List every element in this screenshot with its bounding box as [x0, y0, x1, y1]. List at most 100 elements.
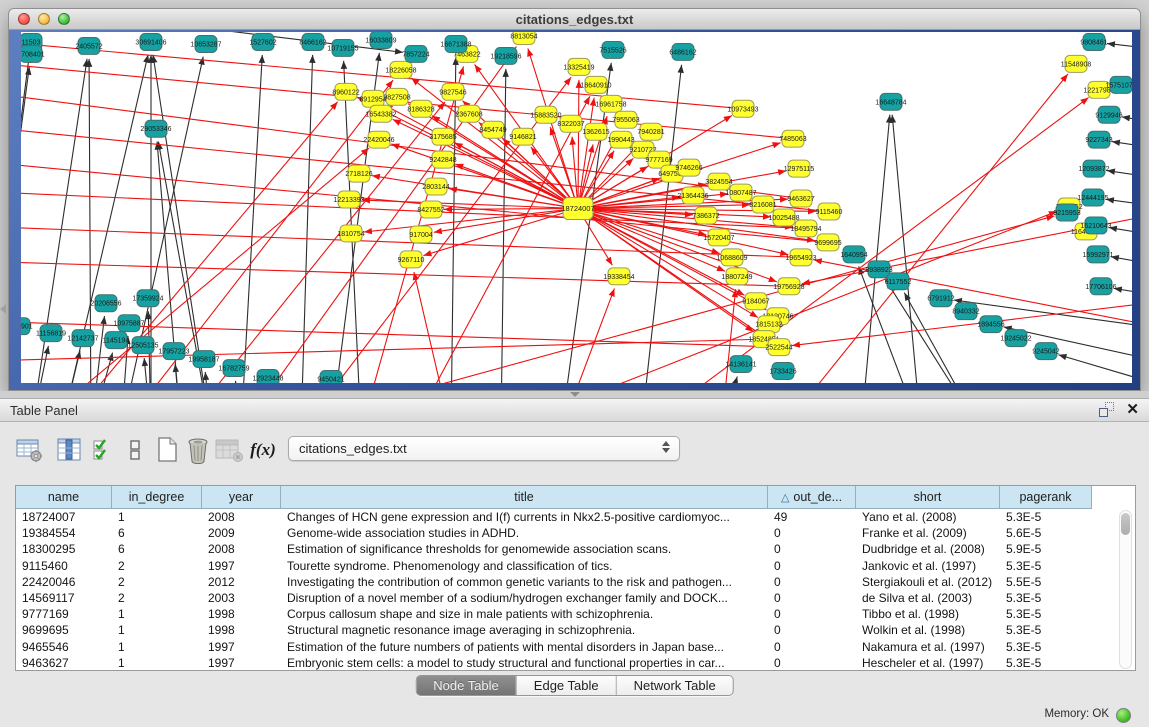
column-header-title[interactable]: title: [281, 486, 768, 509]
network-node[interactable]: 16210643: [1080, 217, 1111, 234]
network-node[interactable]: 12505135: [127, 337, 158, 354]
close-panel-icon[interactable]: ✕: [1126, 402, 1139, 417]
network-node[interactable]: 7515526: [599, 41, 626, 58]
network-node[interactable]: 17957223: [158, 343, 189, 360]
network-node[interactable]: 8466162: [299, 33, 326, 50]
network-node[interactable]: 2522544: [765, 339, 792, 356]
table-row[interactable]: 2242004622012Investigating the contribut…: [16, 574, 1135, 590]
network-node[interactable]: 1815132: [755, 316, 782, 333]
show-columns-icon[interactable]: [54, 435, 84, 465]
network-node[interactable]: 2367608: [455, 105, 482, 122]
network-node[interactable]: 18807249: [721, 268, 752, 285]
scrollbar-thumb[interactable]: [1121, 513, 1130, 535]
network-node[interactable]: 10688609: [716, 249, 747, 266]
table-vertical-scrollbar[interactable]: [1119, 510, 1132, 669]
network-node[interactable]: 9827508: [383, 88, 410, 105]
table-row[interactable]: 946554611997Estimation of the future num…: [16, 639, 1135, 655]
network-node[interactable]: 20206556: [90, 295, 121, 312]
network-node[interactable]: 8216081: [749, 196, 776, 213]
network-node[interactable]: 7940281: [637, 123, 664, 140]
delete-table-icon[interactable]: [183, 435, 213, 465]
close-window-button[interactable]: [18, 13, 30, 25]
network-node[interactable]: 8813054: [510, 32, 537, 44]
network-node[interactable]: 29053346: [140, 120, 171, 137]
network-node[interactable]: 8708401: [21, 45, 45, 62]
network-node[interactable]: 9245042: [1032, 343, 1059, 360]
network-node[interactable]: 6486162: [669, 43, 696, 60]
network-node[interactable]: 9184067: [742, 293, 769, 310]
network-node[interactable]: 8322037: [557, 115, 584, 132]
table-row[interactable]: 969969511998Structural magnetic resonanc…: [16, 622, 1135, 638]
network-node[interactable]: 12142737: [67, 330, 98, 347]
network-node[interactable]: 1894556: [977, 316, 1004, 333]
network-node[interactable]: 12975115: [784, 160, 815, 177]
function-builder-icon[interactable]: f(x): [248, 435, 278, 465]
network-node[interactable]: 19958187: [188, 351, 219, 368]
network-node[interactable]: 3824554: [705, 173, 732, 190]
new-table-icon[interactable]: [152, 435, 182, 465]
network-node[interactable]: 16543382: [365, 105, 396, 122]
network-node[interactable]: 18724007: [561, 198, 594, 220]
network-node[interactable]: 6791912: [927, 290, 954, 307]
network-node[interactable]: 10973493: [727, 100, 758, 117]
network-canvas[interactable]: 1872400789601228912954182260589827508165…: [21, 32, 1132, 383]
column-header-pagerank[interactable]: pagerank: [1000, 486, 1092, 509]
column-header-name[interactable]: name: [16, 486, 112, 509]
network-node[interactable]: 9242848: [429, 151, 456, 168]
split-pane-divider[interactable]: [0, 391, 1149, 398]
network-node[interactable]: 3919901: [21, 318, 33, 335]
network-node[interactable]: 8186328: [407, 100, 434, 117]
network-node[interactable]: 1145194: [103, 332, 130, 349]
network-node[interactable]: 6117552: [885, 273, 912, 290]
tab-node-table[interactable]: Node Table: [416, 676, 517, 695]
column-header-out_de[interactable]: △out_de...: [768, 486, 856, 509]
table-row[interactable]: 946362711997Embryonic stem cells: a mode…: [16, 655, 1135, 671]
network-node[interactable]: 2803144: [422, 178, 449, 195]
zoom-window-button[interactable]: [58, 13, 70, 25]
table-row[interactable]: 1830029562008Estimation of significance …: [16, 541, 1135, 557]
network-node[interactable]: 9129946: [1095, 106, 1122, 123]
table-row[interactable]: 1938455462009Genome-wide association stu…: [16, 525, 1135, 541]
network-node[interactable]: 12444195: [1077, 189, 1108, 206]
network-node[interactable]: 9227343: [1085, 131, 1112, 148]
column-header-year[interactable]: year: [202, 486, 281, 509]
table-selector-dropdown[interactable]: citations_edges.txt: [288, 436, 680, 461]
network-node[interactable]: 1810754: [337, 225, 364, 242]
column-header-in_degree[interactable]: in_degree: [112, 486, 202, 509]
row-height-icon[interactable]: [120, 435, 150, 465]
network-node[interactable]: 11156819: [36, 325, 66, 342]
network-node[interactable]: 8940332: [952, 303, 979, 320]
window-titlebar[interactable]: citations_edges.txt: [9, 9, 1140, 30]
network-node[interactable]: 9267110: [398, 251, 425, 268]
network-node[interactable]: 2718126: [345, 165, 372, 182]
network-node[interactable]: 19654923: [785, 249, 816, 266]
network-node[interactable]: 19338454: [603, 268, 634, 285]
network-node[interactable]: 13325419: [563, 58, 594, 75]
network-node[interactable]: 11548908: [1061, 55, 1092, 72]
network-node[interactable]: 9450421: [317, 371, 344, 383]
network-node[interactable]: 8427552: [417, 201, 444, 218]
network-node[interactable]: 3175685: [429, 128, 456, 145]
network-node[interactable]: 917004: [409, 226, 432, 243]
network-node[interactable]: 15992971: [1082, 246, 1113, 263]
network-node[interactable]: 18495794: [790, 220, 821, 237]
table-row[interactable]: 911546021997Tourette syndrome. Phenomeno…: [16, 558, 1135, 574]
table-row[interactable]: 1456911722003Disruption of a novel membe…: [16, 590, 1135, 606]
network-node[interactable]: 17706106: [1085, 278, 1116, 295]
network-node[interactable]: 14136141: [725, 356, 756, 373]
network-node[interactable]: 18226058: [385, 61, 416, 78]
tab-network-table[interactable]: Network Table: [617, 676, 733, 695]
network-node[interactable]: 1990443: [607, 131, 634, 148]
table-settings-icon[interactable]: [14, 435, 44, 465]
network-node[interactable]: 9808461: [1080, 33, 1107, 50]
network-node[interactable]: 17359924: [132, 290, 163, 307]
network-node[interactable]: 7955063: [612, 111, 639, 128]
network-node[interactable]: 1362615: [582, 123, 609, 140]
network-node[interactable]: 16648784: [875, 93, 906, 110]
network-node[interactable]: 2405572: [75, 37, 102, 54]
select-columns-icon[interactable]: [88, 435, 118, 465]
network-node[interactable]: 9699695: [814, 234, 841, 251]
network-node[interactable]: 15720407: [703, 229, 734, 246]
network-node[interactable]: 8960122: [332, 83, 359, 100]
column-header-short[interactable]: short: [856, 486, 1000, 509]
